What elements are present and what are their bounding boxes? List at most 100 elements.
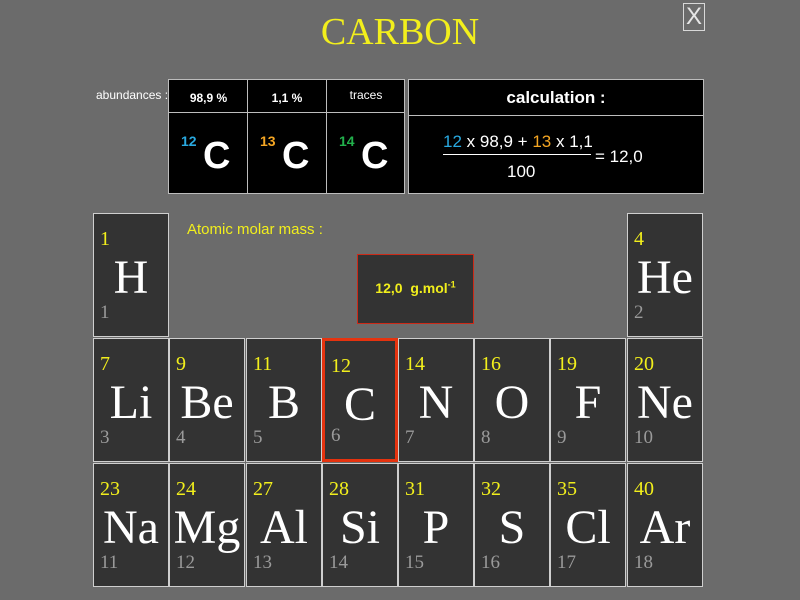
element-symbol: C (343, 378, 376, 431)
element-symbol: Na (103, 501, 159, 554)
element-symbol: N (418, 376, 454, 429)
element-mass: 27 (253, 478, 273, 500)
element-cell-h[interactable]: 1H1 (93, 213, 169, 337)
calculation-heading: calculation : (409, 80, 703, 116)
isotope-column-13: 1,1 % 13 C (247, 80, 326, 193)
element-symbol: Cl (565, 501, 611, 554)
isotope-abundance: 98,9 % (169, 80, 248, 113)
isotope-mass-number: 12 (181, 133, 197, 149)
element-symbol: Be (180, 376, 234, 429)
element-mass: 14 (405, 353, 425, 375)
element-atomic-number: 6 (331, 425, 341, 446)
close-button[interactable]: X (683, 3, 705, 31)
element-mass: 7 (100, 353, 110, 375)
isotope-mass-number: 14 (339, 133, 355, 149)
element-symbol: H (113, 251, 149, 304)
element-symbol: O (494, 376, 530, 429)
element-atomic-number: 18 (634, 552, 653, 573)
element-atomic-number: 11 (100, 552, 119, 573)
element-mass: 16 (481, 353, 501, 375)
isotope-abundance: 1,1 % (248, 80, 326, 113)
element-atomic-number: 16 (481, 552, 500, 573)
molar-mass-exponent: -1 (447, 279, 456, 290)
fraction-bar (443, 154, 591, 155)
element-mass: 20 (634, 353, 654, 375)
element-atomic-number: 17 (557, 552, 576, 573)
isotope-mass-number: 13 (260, 133, 276, 149)
page-title: CARBON (320, 11, 480, 53)
element-atomic-number: 15 (405, 552, 424, 573)
element-cell-f[interactable]: 19 F 9 (550, 338, 626, 462)
element-symbol: Si (339, 501, 381, 554)
element-symbol: Al (260, 501, 308, 554)
element-atomic-number: 13 (253, 552, 272, 573)
element-symbol: F (574, 376, 602, 429)
element-mass: 23 (100, 478, 120, 500)
element-mass: 32 (481, 478, 501, 500)
element-mass: 1 (100, 228, 110, 250)
calc-mass-13: 13 (532, 132, 552, 151)
element-atomic-number: 1 (100, 302, 110, 323)
element-symbol: B (267, 376, 300, 429)
element-mass: 31 (405, 478, 425, 500)
element-cell-cl[interactable]: 35 Cl 17 (550, 463, 626, 587)
element-symbol: Ne (637, 376, 693, 429)
element-mass: 19 (557, 353, 577, 375)
element-atomic-number: 2 (634, 302, 644, 323)
element-atomic-number: 4 (176, 427, 186, 448)
element-atomic-number: 3 (100, 427, 110, 448)
element-cell-b[interactable]: 11 B 5 (246, 338, 322, 462)
element-atomic-number: 8 (481, 427, 491, 448)
element-cell-p[interactable]: 31 P 15 (398, 463, 474, 587)
element-symbol: Li (109, 376, 153, 429)
element-symbol: Ar (639, 501, 691, 554)
element-cell-al[interactable]: 27 Al 13 (246, 463, 322, 587)
calculation-panel: calculation : 12 x 98,9 + 13 x 1,1 100 =… (408, 79, 704, 194)
molar-mass-unit: g.mol (410, 280, 448, 296)
element-cell-he[interactable]: 4 He 2 (627, 213, 703, 337)
element-atomic-number: 7 (405, 427, 415, 448)
element-cell-ne[interactable]: 20 Ne 10 (627, 338, 703, 462)
calc-term2: x 1,1 (551, 132, 593, 151)
calculation-numerator: 12 x 98,9 + 13 x 1,1 (443, 132, 593, 152)
element-cell-n[interactable]: 14 N 7 (398, 338, 474, 462)
element-symbol: P (422, 501, 450, 554)
element-symbol: He (637, 251, 693, 304)
isotope-symbol: C (361, 135, 389, 177)
element-cell-na[interactable]: 23 Na 11 (93, 463, 169, 587)
element-cell-c[interactable]: 12 C 6 (322, 338, 398, 462)
element-atomic-number: 14 (329, 552, 348, 573)
element-atomic-number: 10 (634, 427, 653, 448)
molar-mass-label: Atomic molar mass : (187, 221, 323, 238)
element-mass: 35 (557, 478, 577, 500)
element-cell-si[interactable]: 28 Si 14 (322, 463, 398, 587)
molar-mass-value: 12,0 g.mol-1 (357, 254, 474, 324)
element-symbol: S (498, 501, 526, 554)
element-mass: 28 (329, 478, 349, 500)
element-mass: 11 (253, 353, 273, 375)
element-atomic-number: 9 (557, 427, 567, 448)
isotope-symbol: C (203, 135, 231, 177)
isotope-abundance: traces (327, 80, 405, 113)
element-mass: 4 (634, 228, 644, 250)
isotope-column-14: traces 14 C (326, 80, 405, 193)
isotope-column-12: 98,9 % 12 C (169, 80, 248, 193)
element-cell-li[interactable]: 7 Li 3 (93, 338, 169, 462)
calc-term1: x 98,9 + (461, 132, 533, 151)
isotope-symbol: C (282, 135, 310, 177)
element-cell-ar[interactable]: 40 Ar 18 (627, 463, 703, 587)
element-cell-o[interactable]: 16 O 8 (474, 338, 550, 462)
molar-mass-number: 12,0 (375, 280, 403, 296)
element-atomic-number: 5 (253, 427, 263, 448)
calc-mass-12: 12 (443, 132, 462, 151)
element-cell-s[interactable]: 32 S 16 (474, 463, 550, 587)
element-atomic-number: 12 (176, 552, 195, 573)
element-cell-be[interactable]: 9 Be 4 (169, 338, 245, 462)
isotope-table: 98,9 % 12 C 1,1 % 13 C traces 14 C (168, 79, 405, 194)
element-mass: 12 (331, 355, 351, 377)
element-cell-mg[interactable]: 24 Mg 12 (169, 463, 245, 587)
calculation-result: = 12,0 (595, 147, 643, 166)
calculation-denominator: 100 (507, 162, 536, 181)
element-mass: 40 (634, 478, 654, 500)
abundances-label: abundances : (96, 88, 169, 102)
